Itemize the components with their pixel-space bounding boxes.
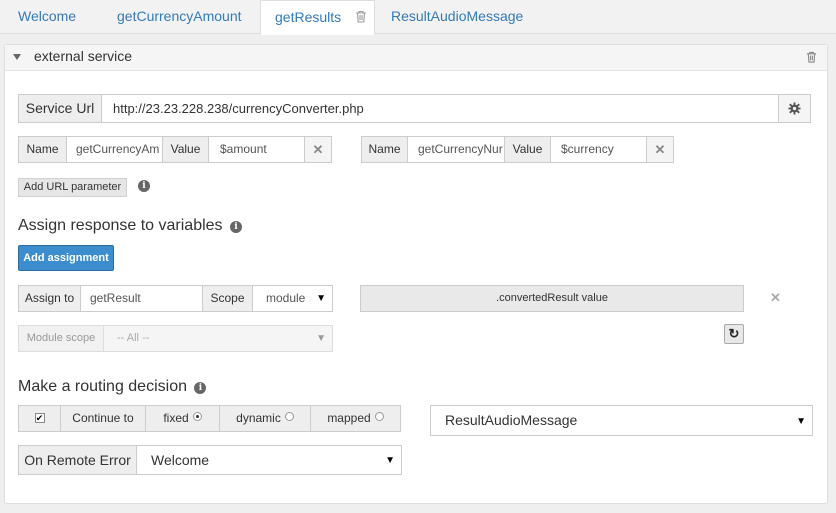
on-remote-error-select[interactable]: Welcome ▼	[136, 445, 402, 475]
continue-target-value: ResultAudioMessage	[445, 412, 578, 428]
scope-select-value: module	[266, 291, 306, 305]
param-value-input[interactable]: $amount	[208, 136, 305, 163]
assign-to-label: Assign to	[18, 285, 81, 312]
module-scope-value: -- All --	[117, 332, 150, 344]
assign-heading-text: Assign response to variables	[18, 217, 223, 234]
close-icon: ✕	[312, 142, 324, 157]
continue-to-label: Continue to	[60, 405, 146, 432]
routing-option-fixed[interactable]: fixed	[145, 405, 220, 432]
add-url-parameter-button[interactable]: Add URL parameter	[18, 178, 127, 197]
param-value-label: Value	[504, 136, 551, 163]
module-scope-select[interactable]: -- All -- ▼	[103, 325, 333, 352]
tab-label: getCurrencyAmount	[117, 8, 242, 24]
routing-option-mapped[interactable]: mapped	[310, 405, 401, 432]
scope-label: Scope	[202, 285, 253, 312]
dropdown-arrow-icon: ▼	[316, 333, 326, 344]
mapped-radio[interactable]	[374, 412, 384, 421]
dropdown-arrow-icon: ▼	[316, 293, 326, 304]
service-url-input[interactable]: http://23.23.228.238/currencyConverter.p…	[101, 94, 779, 123]
info-icon[interactable]: i	[138, 180, 150, 192]
tab-get-results[interactable]: getResults	[260, 0, 375, 35]
info-icon[interactable]: i	[194, 382, 207, 394]
assign-to-input[interactable]: getResult	[80, 285, 203, 312]
param-name-input[interactable]: getCurrencyAm	[66, 136, 163, 163]
continue-checkbox[interactable]: ✔	[34, 413, 45, 423]
tab-label: Welcome	[18, 8, 77, 24]
response-expression-field[interactable]: .convertedResult value	[360, 285, 744, 312]
param-name-input[interactable]: getCurrencyNur	[407, 136, 505, 163]
tab-welcome[interactable]: Welcome	[18, 0, 76, 34]
option-label: dynamic	[236, 411, 281, 425]
param-name-label: Name	[18, 136, 67, 163]
param-value-label: Value	[162, 136, 209, 163]
module-scope-label: Module scope	[18, 325, 104, 352]
fixed-radio[interactable]	[192, 412, 202, 421]
panel-title: external service	[34, 48, 133, 64]
option-label: fixed	[163, 411, 189, 425]
param-value-input[interactable]: $currency	[550, 136, 647, 163]
continue-checkbox-wrapper[interactable]: ✔	[18, 405, 61, 432]
routing-heading: Make a routing decision i	[18, 378, 207, 396]
trash-icon[interactable]	[355, 10, 367, 23]
dropdown-arrow-icon: ▼	[385, 455, 395, 466]
continue-target-select[interactable]: ResultAudioMessage ▼	[430, 405, 813, 436]
close-icon: ✕	[654, 142, 666, 157]
settings-button[interactable]	[778, 94, 811, 123]
add-assignment-button[interactable]: Add assignment	[18, 245, 114, 271]
tab-bar: Welcome getCurrencyAmount getResults Res…	[0, 0, 836, 35]
routing-option-dynamic[interactable]: dynamic	[219, 405, 311, 432]
tab-result-audio-message[interactable]: ResultAudioMessage	[391, 0, 523, 34]
undo-icon: ↻	[728, 326, 740, 341]
service-url-label: Service Url	[18, 94, 102, 123]
param-name-label: Name	[361, 136, 408, 163]
info-icon[interactable]: i	[230, 221, 243, 233]
gear-icon	[788, 102, 801, 115]
dropdown-arrow-icon: ▼	[796, 416, 806, 427]
assign-heading: Assign response to variables i	[18, 217, 243, 235]
close-icon[interactable]: ✕	[770, 290, 781, 306]
remove-param-button[interactable]: ✕	[646, 136, 674, 163]
on-remote-error-label: On Remote Error	[18, 445, 137, 475]
scope-select[interactable]: module ▼	[252, 285, 333, 312]
trash-icon[interactable]	[806, 51, 817, 63]
tab-label: ResultAudioMessage	[391, 8, 524, 24]
routing-heading-text: Make a routing decision	[18, 378, 187, 395]
dynamic-radio[interactable]	[284, 412, 294, 421]
remove-param-button[interactable]: ✕	[304, 136, 332, 163]
option-label: mapped	[327, 411, 371, 425]
tab-get-currency-amount[interactable]: getCurrencyAmount	[117, 0, 242, 34]
reset-button[interactable]: ↻	[724, 324, 744, 344]
collapse-caret-icon[interactable]	[13, 54, 21, 60]
tab-label: getResults	[275, 9, 342, 25]
on-remote-error-value: Welcome	[151, 452, 210, 468]
